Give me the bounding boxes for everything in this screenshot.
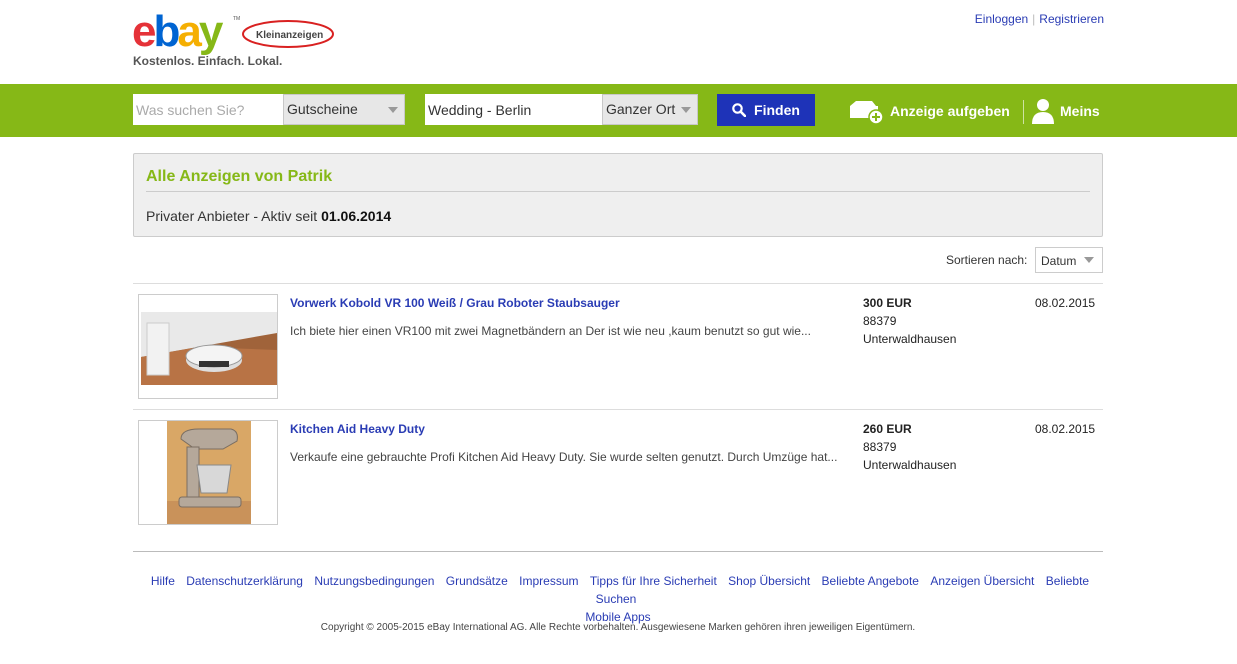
search-icon xyxy=(732,103,747,117)
seller-type: Privater Anbieter - Aktiv seit xyxy=(146,208,322,224)
category-select-value: Gutscheine xyxy=(287,101,358,117)
sort-label: Sortieren nach: xyxy=(946,253,1028,267)
ad-description: Ich biete hier einen VR100 mit zwei Magn… xyxy=(290,324,811,338)
ad-price: 260 EUR xyxy=(863,422,912,436)
car-plus-icon xyxy=(850,101,884,124)
footer-link-hilfe[interactable]: Hilfe xyxy=(151,574,175,588)
ad-zip: 88379 xyxy=(863,440,897,454)
active-since-date: 01.06.2014 xyxy=(321,208,392,224)
find-button[interactable]: Finden xyxy=(717,94,815,126)
list-divider xyxy=(133,283,1103,284)
post-ad-label: Anzeige aufgeben xyxy=(890,103,1010,119)
footer-links: Hilfe Datenschutzerklärung Nutzungsbedin… xyxy=(133,572,1103,626)
ad-date: 08.02.2015 xyxy=(1035,296,1096,310)
chevron-down-icon xyxy=(388,107,398,113)
header: ebay TM Kleinanzeigen Kostenlos. Einfach… xyxy=(0,0,1237,84)
category-select[interactable]: Gutscheine xyxy=(283,94,405,125)
register-link[interactable]: Registrieren xyxy=(1039,12,1104,26)
footer-link-datenschutz[interactable]: Datenschutzerklärung xyxy=(186,574,303,588)
post-ad-button[interactable]: Anzeige aufgeben xyxy=(848,98,1010,124)
seller-profile-box: Alle Anzeigen von Patrik Privater Anbiet… xyxy=(133,153,1103,237)
ad-thumbnail[interactable] xyxy=(138,420,278,525)
svg-text:Kleinanzeigen: Kleinanzeigen xyxy=(256,30,323,41)
ad-zip: 88379 xyxy=(863,314,897,328)
footer-link-nutzungsbedingungen[interactable]: Nutzungsbedingungen xyxy=(314,574,434,588)
ebay-kleinanzeigen-logo[interactable]: ebay TM Kleinanzeigen xyxy=(132,7,342,56)
page-title: Alle Anzeigen von Patrik xyxy=(146,168,333,185)
footer-link-shop-uebersicht[interactable]: Shop Übersicht xyxy=(728,574,810,588)
sort-select[interactable]: Datum xyxy=(1035,247,1103,273)
search-input[interactable] xyxy=(133,94,284,125)
account-links: Einloggen | Registrieren xyxy=(975,12,1104,26)
search-bar: Gutscheine Ganzer Ort Finden Anzeige auf… xyxy=(0,84,1237,137)
list-divider xyxy=(133,409,1103,410)
radius-select[interactable]: Ganzer Ort xyxy=(602,94,698,125)
meins-label: Meins xyxy=(1060,103,1100,119)
nav-divider xyxy=(1023,100,1024,124)
ad-title-link[interactable]: Kitchen Aid Heavy Duty xyxy=(290,422,425,436)
ad-city: Unterwaldhausen xyxy=(863,332,957,346)
copyright: Copyright © 2005-2015 eBay International… xyxy=(320,622,916,633)
login-link[interactable]: Einloggen xyxy=(975,12,1028,26)
ad-title-link[interactable]: Vorwerk Kobold VR 100 Weiß / Grau Robote… xyxy=(290,296,620,310)
seller-info: Privater Anbieter - Aktiv seit 01.06.201… xyxy=(146,208,391,224)
profile-divider xyxy=(146,191,1090,192)
link-separator: | xyxy=(1032,12,1036,26)
radius-select-value: Ganzer Ort xyxy=(606,101,676,117)
footer-link-grundsaetze[interactable]: Grundsätze xyxy=(446,574,508,588)
ad-price: 300 EUR xyxy=(863,296,912,310)
chevron-down-icon xyxy=(681,107,691,113)
find-button-label: Finden xyxy=(754,102,800,118)
sort-select-value: Datum xyxy=(1041,254,1077,268)
location-input[interactable] xyxy=(425,94,603,125)
svg-text:ebay: ebay xyxy=(132,8,224,56)
footer-link-anzeigen-uebersicht[interactable]: Anzeigen Übersicht xyxy=(930,574,1034,588)
chevron-down-icon xyxy=(1084,257,1094,263)
meins-button[interactable]: Meins xyxy=(1032,98,1100,124)
footer-link-beliebte-angebote[interactable]: Beliebte Angebote xyxy=(822,574,919,588)
ad-city: Unterwaldhausen xyxy=(863,458,957,472)
footer-divider xyxy=(133,551,1103,552)
user-icon xyxy=(1032,99,1054,124)
footer-link-sicherheit[interactable]: Tipps für Ihre Sicherheit xyxy=(590,574,717,588)
footer-link-impressum[interactable]: Impressum xyxy=(519,574,578,588)
tagline: Kostenlos. Einfach. Lokal. xyxy=(133,54,283,68)
ad-date: 08.02.2015 xyxy=(1035,422,1096,436)
svg-text:TM: TM xyxy=(233,16,240,22)
ad-thumbnail[interactable] xyxy=(138,294,278,399)
ad-description: Verkaufe eine gebrauchte Profi Kitchen A… xyxy=(290,450,838,464)
